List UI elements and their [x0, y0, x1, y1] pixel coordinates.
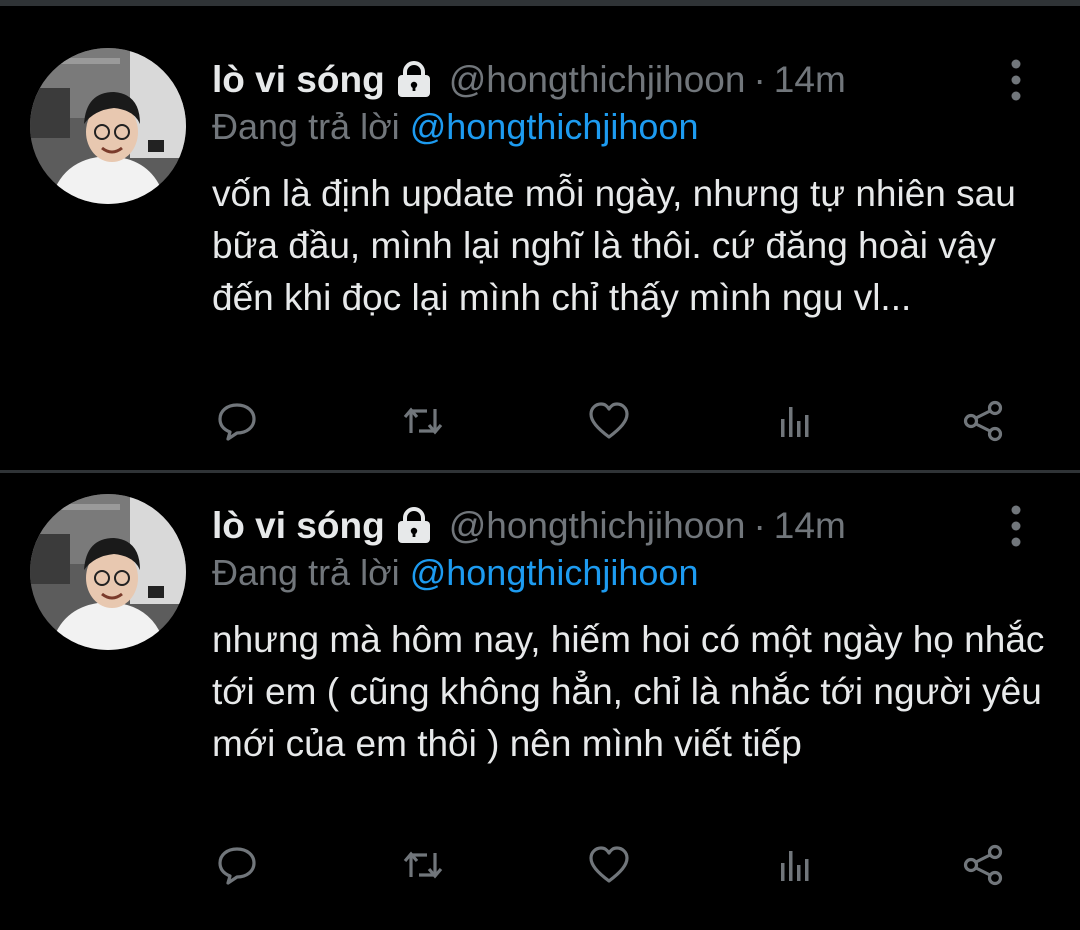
reply-button[interactable]	[212, 396, 262, 446]
reply-button[interactable]	[212, 840, 262, 890]
tweet-header: lò vi sóng @hongthichjihoon · 14m	[212, 502, 846, 550]
lock-icon	[395, 61, 433, 99]
heart-icon	[589, 846, 629, 883]
lock-icon	[395, 507, 433, 545]
username[interactable]: @hongthichjihoon	[449, 505, 746, 547]
separator-dot: ·	[753, 505, 766, 546]
avatar[interactable]	[30, 48, 186, 204]
mention-link[interactable]: @hongthichjihoon	[410, 552, 699, 593]
replying-to: Đang trả lời @hongthichjihoon	[212, 106, 698, 148]
reply-icon	[218, 403, 256, 441]
share-button[interactable]	[958, 840, 1008, 890]
more-vertical-icon[interactable]	[1004, 502, 1028, 552]
tweet-actions	[0, 396, 1080, 446]
avatar[interactable]	[30, 494, 186, 650]
tweet-actions	[0, 840, 1080, 890]
more-vertical-icon[interactable]	[1004, 56, 1028, 106]
username[interactable]: @hongthichjihoon	[449, 59, 746, 101]
reply-icon	[218, 847, 256, 885]
heart-icon	[589, 402, 629, 439]
share-icon	[963, 844, 1003, 886]
stats-icon	[781, 851, 809, 881]
tweet[interactable]: lò vi sóng @hongthichjihoon · 14m Đang t…	[0, 6, 1080, 473]
display-name[interactable]: lò vi sóng	[212, 505, 385, 547]
stats-button[interactable]	[770, 396, 820, 446]
stats-icon	[781, 407, 809, 437]
retweet-icon	[403, 407, 443, 435]
tweet-header: lò vi sóng @hongthichjihoon · 14m	[212, 56, 846, 104]
tweet-text: vốn là định update mỗi ngày, nhưng tự nh…	[212, 173, 1016, 318]
display-name[interactable]: lò vi sóng	[212, 59, 385, 101]
retweet-button[interactable]	[398, 396, 448, 446]
like-button[interactable]	[584, 396, 634, 446]
replying-to-label: Đang trả lời	[212, 106, 400, 147]
retweet-icon	[403, 851, 443, 879]
stats-button[interactable]	[770, 840, 820, 890]
share-button[interactable]	[958, 396, 1008, 446]
separator-dot: ·	[753, 59, 766, 100]
tweet[interactable]: lò vi sóng @hongthichjihoon · 14m Đang t…	[0, 470, 1080, 930]
timestamp[interactable]: 14m	[774, 505, 846, 547]
replying-to: Đang trả lời @hongthichjihoon	[212, 552, 698, 594]
retweet-button[interactable]	[398, 840, 448, 890]
replying-to-label: Đang trả lời	[212, 552, 400, 593]
mention-link[interactable]: @hongthichjihoon	[410, 106, 699, 147]
like-button[interactable]	[584, 840, 634, 890]
tweet-text: nhưng mà hôm nay, hiếm hoi có một ngày h…	[212, 619, 1045, 764]
share-icon	[963, 400, 1003, 442]
timestamp[interactable]: 14m	[774, 59, 846, 101]
